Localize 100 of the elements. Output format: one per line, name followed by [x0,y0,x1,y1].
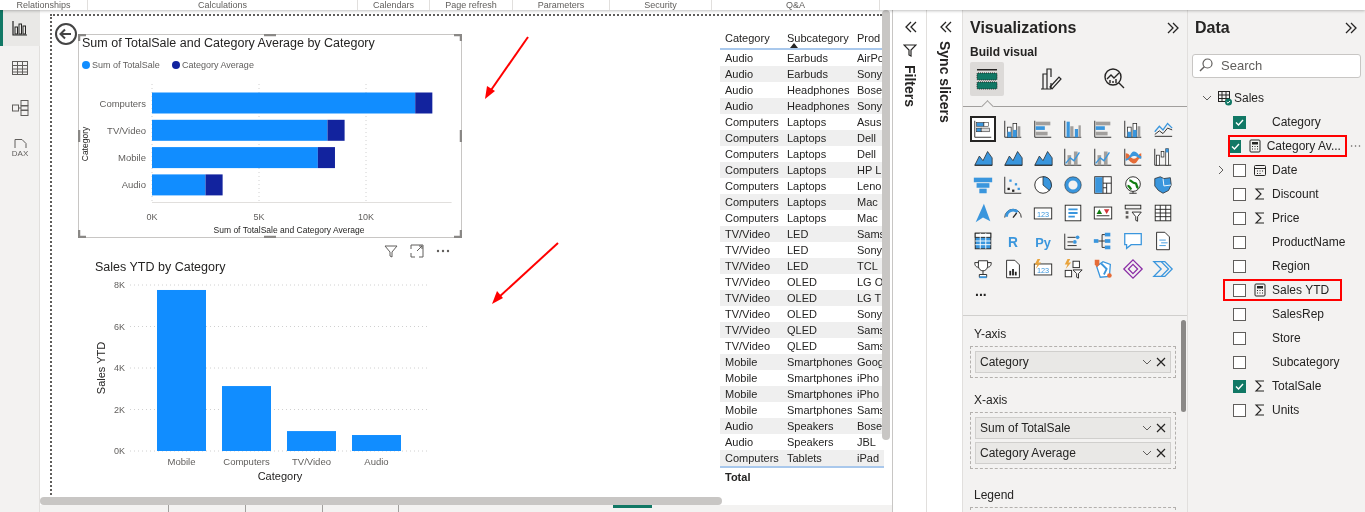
remove-icon[interactable] [1155,447,1167,459]
column-header[interactable]: Category [720,27,782,48]
field-name[interactable]: Units [1272,401,1300,419]
field-name[interactable]: Subcategory [1272,353,1340,371]
field-pill[interactable]: Category Average [975,442,1171,464]
table-cell-text: Laptops [786,115,828,130]
back-button[interactable] [54,22,78,46]
checkbox[interactable] [1233,403,1246,417]
filter-icon[interactable] [383,243,399,259]
field-pill-label: Category Average [980,445,1077,462]
table-cell-text: Asus [856,115,883,130]
table-cell-text: iPho [856,371,881,386]
checkbox[interactable] [1233,115,1246,129]
report-view-button[interactable] [0,10,40,46]
table-cell-text: Earbuds [786,51,829,66]
checkbox[interactable] [1233,211,1246,225]
vertical-scrollbar[interactable] [882,10,890,440]
axis-title: Sales YTD [95,341,107,395]
checkbox[interactable] [1233,163,1246,177]
table-cell-text: TV/Video [724,259,772,274]
pane-title[interactable]: Sync slicers [936,41,953,123]
checkbox[interactable] [1233,235,1246,249]
table-cell-text: TV/Video [724,243,772,258]
field-name[interactable]: Sales YTD [1272,281,1330,299]
axis-title: Category [80,126,90,162]
table-cell-text: Bose [856,83,884,98]
visual-type-button[interactable] [1120,256,1146,282]
line-column-chart-icon [1062,146,1084,168]
checkbox[interactable] [1233,379,1246,393]
line-stacked-column-chart-icon [1092,146,1114,168]
collapse-pane-icon[interactable] [1343,20,1359,36]
chevron-down-icon[interactable] [1202,93,1212,103]
checkbox[interactable] [1233,259,1246,273]
table-cell-text: Audio [724,419,755,434]
table-cell-text: OLED [786,275,818,290]
field-name[interactable]: TotalSale [1272,377,1322,395]
field-name[interactable]: Category [1272,113,1321,131]
checkbox[interactable] [1233,331,1246,345]
pane-title: Visualizations [970,18,1077,38]
waterfall-chart-icon [1152,146,1174,168]
field-name[interactable]: Category Av... [1266,137,1341,155]
clustered-column-chart-icon [1062,118,1084,140]
ribbon-group-label: Relationships [16,0,71,10]
table-cell-text: Mobile [724,355,759,370]
field-well-label: Y-axis [973,326,1008,342]
checkmark-icon [1235,381,1244,391]
field-name[interactable]: Region [1272,257,1311,275]
field-name[interactable]: ProductName [1272,233,1346,251]
stacked-column-chart-icon [1002,118,1024,140]
bar-chart-icon [10,18,30,38]
remove-icon[interactable] [1155,356,1167,368]
selection-frame[interactable] [78,34,462,238]
pane-title[interactable]: Filters [901,65,918,107]
column-header[interactable]: Prod [852,27,884,48]
checkbox[interactable] [1233,283,1246,297]
ribbon-group-label: Calculations [198,0,247,10]
dax-view-button[interactable]: DAX [0,130,40,166]
globe-icon [1122,174,1144,196]
trophy-icon [972,258,994,280]
horizontal-scrollbar[interactable] [40,497,722,505]
table-icon [1217,90,1233,106]
field-name[interactable]: SalesRep [1272,305,1325,323]
table-cell-text: Speakers [786,435,835,450]
table-cell-text: Laptops [786,147,828,162]
table-name[interactable]: Sales [1234,89,1265,107]
collapse-pane-icon[interactable] [1165,20,1181,36]
pane-scrollbar[interactable] [1181,320,1186,412]
fields-tab[interactable] [970,62,1004,96]
checkbox[interactable] [1233,187,1246,201]
table-cell-text: TV/Video [724,323,772,338]
visual-type-button[interactable] [970,116,996,142]
table-cell-text: LG T [856,291,883,306]
table-cell-text: Headphones [786,83,851,98]
pie-chart-icon [1032,174,1054,196]
more-visuals-button[interactable]: ... [975,283,987,299]
table-cell-text: Computers [724,163,780,178]
sigma-icon [1253,211,1267,225]
search-field[interactable]: Search [1192,53,1361,78]
field-name[interactable]: Price [1272,209,1300,227]
remove-icon[interactable] [1155,422,1167,434]
checkbox[interactable] [1229,139,1241,153]
annotation-arrow [492,242,559,304]
table-cell-text: Laptops [786,179,828,194]
field-well[interactable]: Sum of TotalSale Category Average [970,412,1176,469]
checkmark-icon [1230,141,1240,151]
field-pill[interactable]: Sum of TotalSale [975,417,1171,439]
field-name[interactable]: Store [1272,329,1301,347]
legend-marker [172,61,180,69]
focus-mode-icon[interactable] [409,243,425,259]
column-header[interactable]: Subcategory [782,27,852,48]
bar [222,386,271,451]
field-name[interactable]: Discount [1272,185,1319,203]
table-cell-text: Audio [724,67,755,82]
checkbox[interactable] [1233,307,1246,321]
table-cell-text: JBL [856,435,877,450]
percent-bar-chart-icon [1092,118,1114,140]
multi-row-card-icon [1062,202,1084,224]
chevron-right-icon[interactable] [1216,165,1226,175]
checkbox[interactable] [1233,355,1246,369]
field-name[interactable]: Date [1272,161,1298,179]
